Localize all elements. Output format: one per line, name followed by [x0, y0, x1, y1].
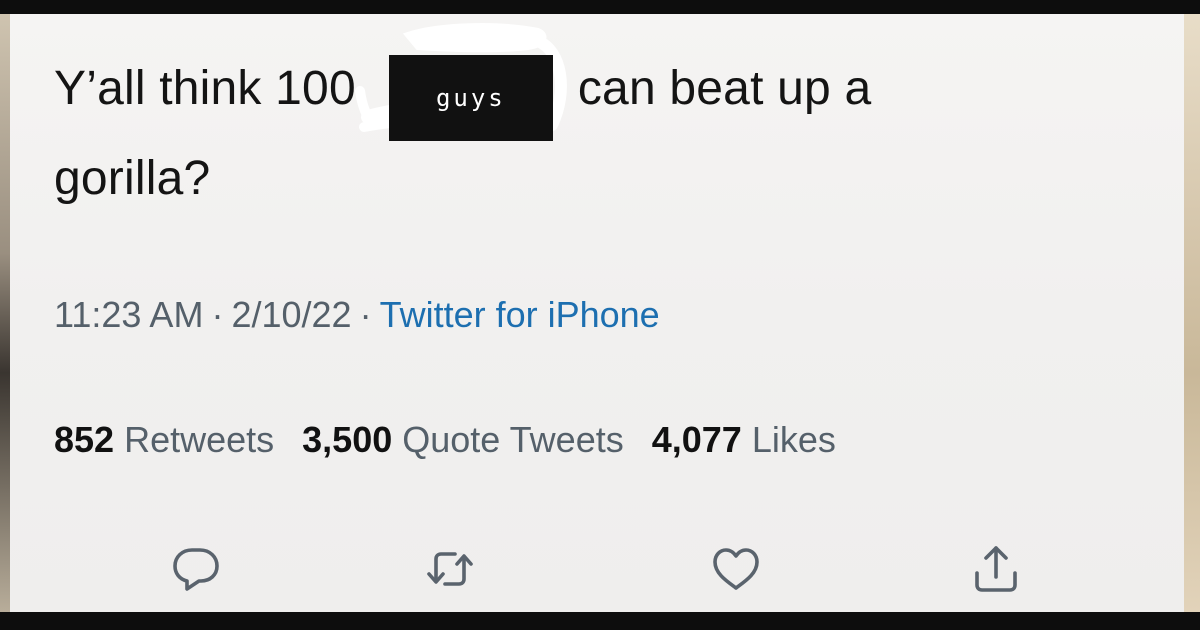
censor-label-box: guys: [388, 55, 553, 142]
retweets-stat[interactable]: 852 Retweets: [54, 419, 274, 460]
quote-tweets-label: Quote Tweets: [402, 419, 624, 460]
reply-icon: [173, 548, 219, 591]
quote-tweets-stat[interactable]: 3,500 Quote Tweets: [302, 419, 624, 460]
likes-count: 4,077: [651, 419, 742, 460]
share-button[interactable]: [966, 539, 1026, 599]
share-icon: [975, 546, 1017, 592]
tweet-card: Y’all think 100 guys can beat up a gorilla…: [10, 14, 1184, 612]
tweet-date[interactable]: 2/10/22: [231, 294, 351, 335]
like-icon: [713, 548, 759, 590]
likes-label: Likes: [751, 419, 836, 460]
tweet-line-2: gorilla?: [54, 152, 211, 205]
tweet-meta: 11:23 AM · 2/10/22 · Twitter for iPhone: [54, 294, 660, 336]
meta-separator: ·: [359, 294, 372, 335]
like-button[interactable]: [706, 539, 766, 599]
likes-stat[interactable]: 4,077 Likes: [652, 419, 836, 460]
retweet-icon: [427, 552, 473, 586]
censored-word: guys: [354, 23, 572, 142]
retweet-button[interactable]: [420, 539, 480, 599]
photo-edge-left: [0, 14, 10, 612]
photo-frame-top: [0, 0, 1200, 14]
tweet-text-end: can beat up a: [577, 62, 872, 115]
photo-frame-bottom: [0, 612, 1200, 630]
reply-button[interactable]: [166, 539, 226, 599]
retweets-label: Retweets: [124, 419, 275, 460]
tweet-body: Y’all think 100 guys can beat up a gorilla…: [54, 23, 1154, 224]
tweet-time: 11:23 AM: [54, 294, 204, 335]
tweet-text-start: Y’all think 100: [54, 62, 356, 115]
tweet-stats: 852 Retweets 3,500 Quote Tweets 4,077 Likes: [54, 419, 864, 461]
quote-tweets-count: 3,500: [302, 419, 393, 460]
photo-edge-right: [1184, 14, 1200, 612]
tweet-actions-bar: [10, 539, 1184, 599]
tweet-source-link[interactable]: Twitter for iPhone: [380, 294, 660, 335]
tweet-line-1: Y’all think 100 guys can beat up a: [54, 23, 1154, 142]
meta-separator: ·: [211, 294, 224, 335]
retweets-count: 852: [54, 419, 115, 460]
